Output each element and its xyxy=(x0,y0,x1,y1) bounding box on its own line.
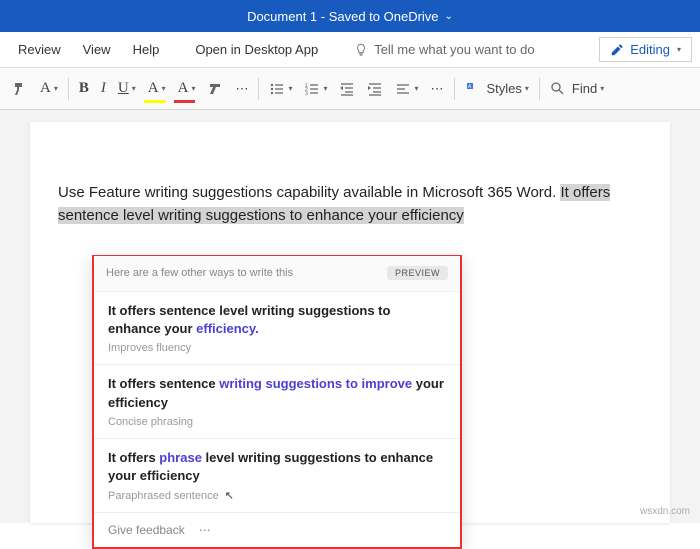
chevron-down-icon: ▾ xyxy=(677,45,681,54)
writing-suggestions-panel: Here are a few other ways to write this … xyxy=(92,255,462,549)
align-icon xyxy=(395,81,411,97)
search-icon xyxy=(550,81,566,97)
menu-review[interactable]: Review xyxy=(8,36,71,63)
menu-bar: Review View Help Open in Desktop App Tel… xyxy=(0,32,700,68)
editing-mode-button[interactable]: Editing ▾ xyxy=(599,37,692,62)
more-icon[interactable]: ⋯ xyxy=(199,523,211,537)
highlight-button[interactable]: A▾ xyxy=(142,75,172,103)
svg-text:3: 3 xyxy=(305,91,308,97)
more-format-button[interactable]: ⋯ xyxy=(229,75,254,103)
more-para-button[interactable]: ⋯ xyxy=(425,75,450,103)
cursor-icon: ↖ xyxy=(225,489,234,502)
open-desktop-app[interactable]: Open in Desktop App xyxy=(183,36,330,63)
format-painter-button[interactable] xyxy=(6,75,34,103)
separator xyxy=(539,78,540,100)
separator xyxy=(258,78,259,100)
indent-button[interactable] xyxy=(361,75,389,103)
page-area: Use Feature writing suggestions capabili… xyxy=(0,110,700,523)
watermark: wsxdn.com xyxy=(640,506,690,517)
numbering-button[interactable]: 123▾ xyxy=(298,75,333,103)
doc-sentence-1: Use Feature writing suggestions capabili… xyxy=(58,184,560,201)
give-feedback-button[interactable]: Give feedback ⋯ xyxy=(94,512,460,547)
preview-badge: PREVIEW xyxy=(387,266,448,280)
outdent-button[interactable] xyxy=(333,75,361,103)
lightbulb-icon xyxy=(354,43,368,57)
find-button[interactable]: Find▾ xyxy=(544,75,610,103)
paintbrush-icon xyxy=(12,81,28,97)
tell-me-search[interactable]: Tell me what you want to do xyxy=(344,36,544,63)
tell-me-label: Tell me what you want to do xyxy=(374,42,534,57)
suggestion-reason: Paraphrased sentence↖ xyxy=(108,489,446,502)
bullets-icon xyxy=(269,81,285,97)
suggestion-reason: Improves fluency xyxy=(108,342,446,354)
pencil-icon xyxy=(610,43,624,57)
clear-format-button[interactable] xyxy=(201,75,229,103)
title-bar: Document 1 - Saved to OneDrive ⌄ xyxy=(0,0,700,32)
editing-label: Editing xyxy=(630,42,670,57)
separator xyxy=(68,78,69,100)
outdent-icon xyxy=(339,81,355,97)
numbering-icon: 123 xyxy=(304,81,320,97)
suggestion-text: It offers sentence level writing suggest… xyxy=(108,302,446,338)
styles-button[interactable]: AStyles▾ xyxy=(459,75,535,103)
suggestion-item[interactable]: It offers sentence level writing suggest… xyxy=(94,291,460,364)
suggestion-text: It offers phrase level writing suggestio… xyxy=(108,449,446,485)
chevron-down-icon[interactable]: ⌄ xyxy=(445,11,453,22)
bullets-button[interactable]: ▾ xyxy=(263,75,298,103)
menu-view[interactable]: View xyxy=(73,36,121,63)
ribbon-toolbar: A▾ B I U▾ A▾ A▾ ⋯ ▾ 123▾ ▾ ⋯ AStyles▾ Fi… xyxy=(0,68,700,110)
align-button[interactable]: ▾ xyxy=(389,75,424,103)
suggestion-text: It offers sentence writing suggestions t… xyxy=(108,375,446,411)
font-color-button[interactable]: A▾ xyxy=(172,75,202,103)
eraser-icon xyxy=(207,81,223,97)
menu-help[interactable]: Help xyxy=(123,36,170,63)
underline-button[interactable]: U▾ xyxy=(112,75,142,103)
document-body[interactable]: Use Feature writing suggestions capabili… xyxy=(58,182,642,227)
suggestion-item[interactable]: It offers phrase level writing suggestio… xyxy=(94,438,460,512)
bold-button[interactable]: B xyxy=(73,75,95,103)
suggestions-header-text: Here are a few other ways to write this xyxy=(106,267,293,279)
suggestions-header: Here are a few other ways to write this … xyxy=(94,256,460,290)
doc-title: Document 1 - Saved to OneDrive xyxy=(247,9,438,24)
styles-icon: A xyxy=(465,81,481,97)
font-color-a-button[interactable]: A▾ xyxy=(34,75,64,103)
separator xyxy=(454,78,455,100)
indent-icon xyxy=(367,81,383,97)
italic-button[interactable]: I xyxy=(95,75,112,103)
suggestion-item[interactable]: It offers sentence writing suggestions t… xyxy=(94,364,460,437)
suggestion-reason: Concise phrasing xyxy=(108,416,446,428)
